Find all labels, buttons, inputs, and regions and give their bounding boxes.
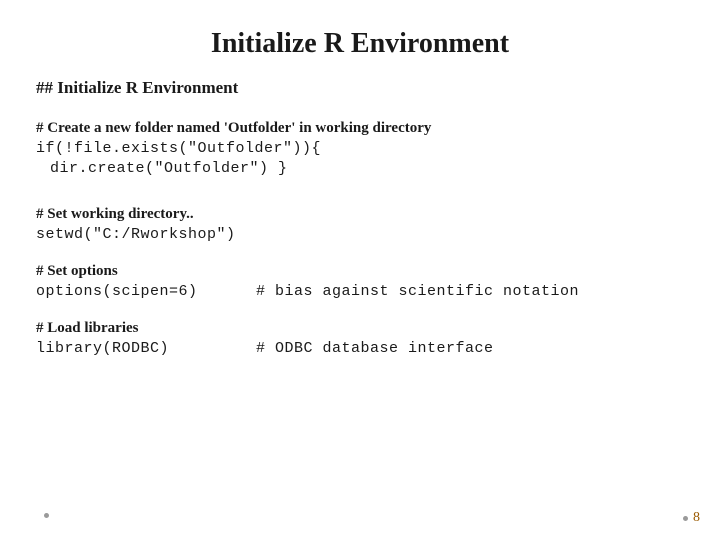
code-line: library(RODBC): [36, 339, 256, 359]
block2-heading: # Set working directory..: [36, 206, 684, 223]
code-line: setwd("C:/Rworkshop"): [36, 225, 684, 245]
decorative-bullet-icon: [683, 516, 688, 521]
block-setwd: # Set working directory.. setwd("C:/Rwor…: [36, 206, 684, 245]
block3-heading: # Set options: [36, 263, 684, 280]
page-number-area: 8: [683, 510, 700, 526]
block-library: # Load libraries library(RODBC) # ODBC d…: [36, 320, 684, 359]
code-comment: # ODBC database interface: [256, 339, 684, 359]
block1-heading: # Create a new folder named 'Outfolder' …: [36, 120, 684, 137]
code-line: dir.create("Outfolder") }: [36, 159, 684, 179]
code-line: if(!file.exists("Outfolder")){: [36, 139, 684, 159]
block4-heading: # Load libraries: [36, 320, 684, 337]
slide: Initialize R Environment ## Initialize R…: [0, 0, 720, 540]
slide-title: Initialize R Environment: [36, 28, 684, 60]
section-heading: ## Initialize R Environment: [36, 78, 684, 98]
page-number: 8: [693, 510, 700, 526]
code-line: options(scipen=6): [36, 282, 256, 302]
code-comment: # bias against scientific notation: [256, 282, 684, 302]
block-options: # Set options options(scipen=6) # bias a…: [36, 263, 684, 302]
decorative-bullet-icon: [44, 513, 49, 518]
block-create-folder: # Create a new folder named 'Outfolder' …: [36, 120, 684, 180]
